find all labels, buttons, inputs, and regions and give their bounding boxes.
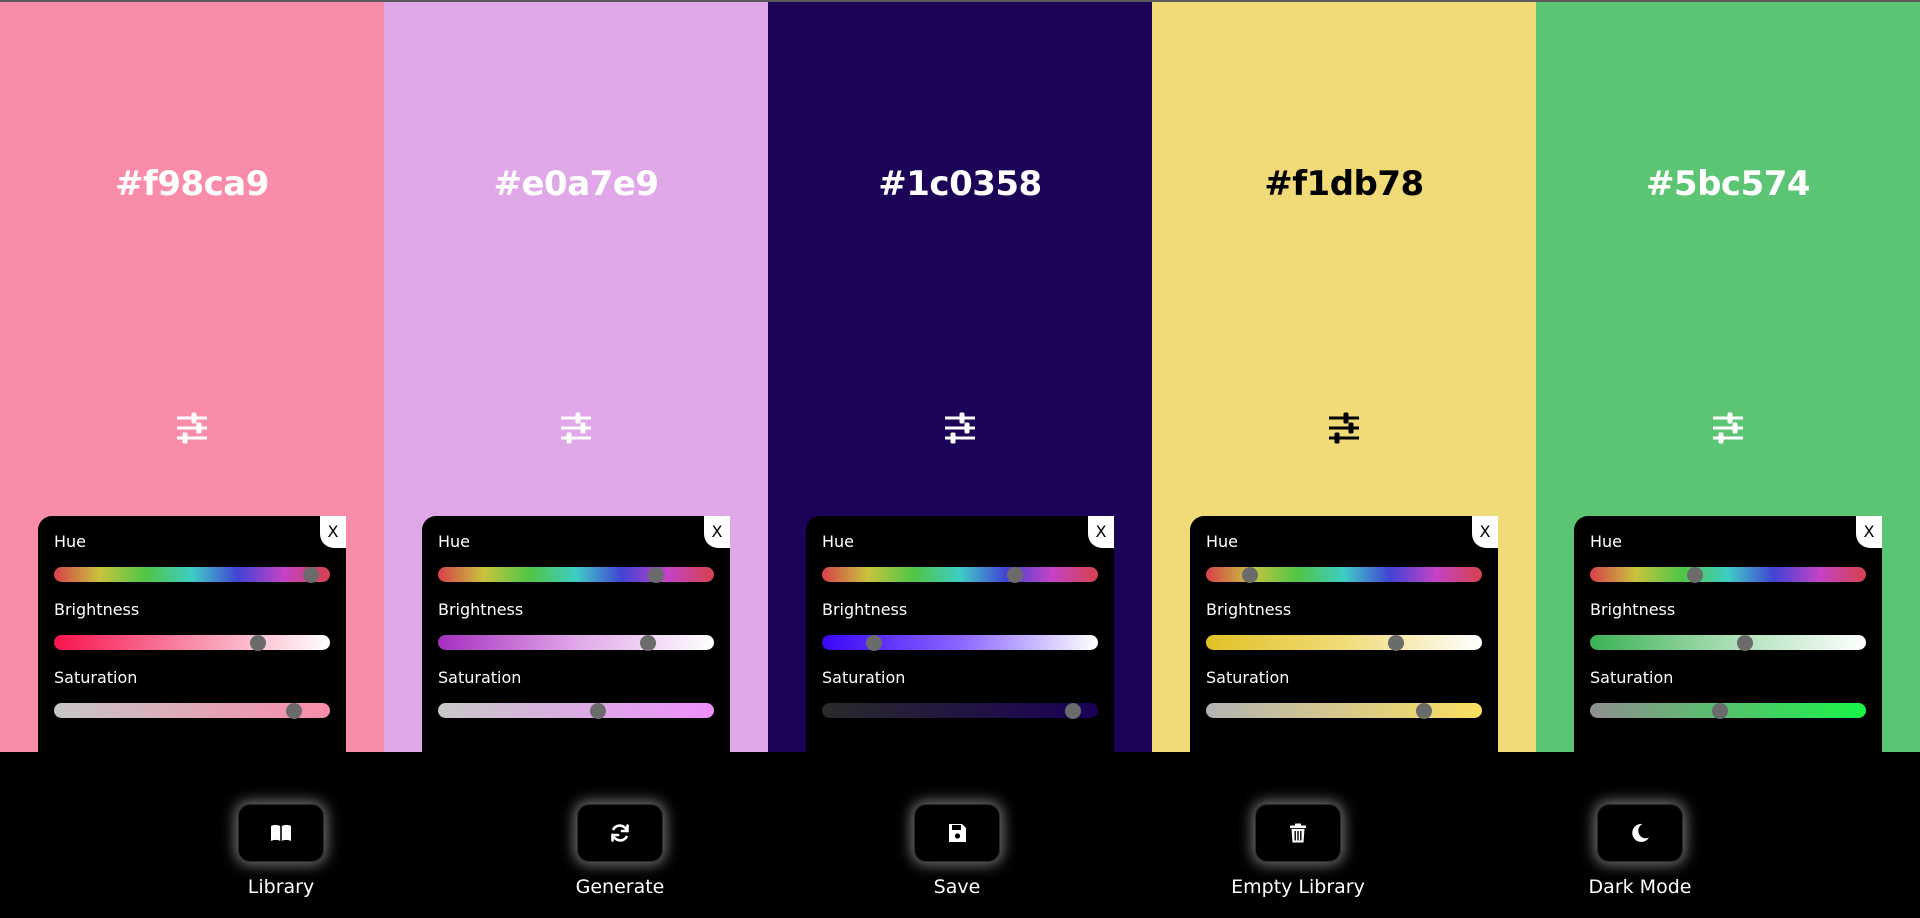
refresh-icon [611,824,629,842]
hex-code[interactable]: #f1db78 [1152,164,1536,204]
saturation-label: Saturation [1590,668,1674,687]
saturation-slider-thumb[interactable] [1416,702,1433,719]
saturation-slider-thumb[interactable] [1065,702,1082,719]
adjust-button[interactable] [556,411,596,445]
hue-label: Hue [1206,532,1239,551]
hue-label: Hue [438,532,471,551]
dark-mode-button[interactable] [1597,804,1683,862]
brightness-label: Brightness [1206,600,1292,619]
brightness-slider[interactable] [54,634,330,651]
adjust-button[interactable] [1708,411,1748,445]
library-label[interactable]: Library [191,876,371,898]
close-panel-button[interactable]: X [320,516,346,548]
brightness-slider[interactable] [822,634,1098,651]
generate-tool: Generate [530,804,710,898]
adjust-button[interactable] [1324,411,1364,445]
saturation-label: Saturation [822,668,906,687]
hue-slider-thumb[interactable] [1007,566,1024,583]
library-button[interactable] [238,804,324,862]
adjust-button[interactable] [172,411,212,445]
empty-library-tool: Empty Library [1208,804,1388,898]
hue-slider[interactable] [1590,566,1866,583]
saturation-slider[interactable] [1206,702,1482,719]
brightness-slider-thumb[interactable] [250,634,267,651]
hue-slider-thumb[interactable] [1242,566,1259,583]
color-column: #f1db78 X Hue Brightness Saturation [1152,0,1536,752]
book-icon [271,824,291,841]
brightness-slider-thumb[interactable] [1736,634,1753,651]
color-column: #f98ca9 X Hue Brightness Saturation [0,0,384,752]
hue-label: Hue [822,532,855,551]
sliders-icon [1713,412,1743,444]
palette: #f98ca9 X Hue Brightness Saturation #e0a… [0,0,1920,752]
library-tool: Library [191,804,371,898]
brightness-label: Brightness [54,600,140,619]
color-column: #1c0358 X Hue Brightness Saturation [768,0,1152,752]
saturation-slider-thumb[interactable] [590,702,607,719]
saturation-slider-thumb[interactable] [286,702,303,719]
hex-code[interactable]: #1c0358 [768,164,1152,204]
sliders-icon [1329,412,1359,444]
saturation-slider-thumb[interactable] [1711,702,1728,719]
saturation-label: Saturation [54,668,138,687]
save-button[interactable] [914,804,1000,862]
brightness-label: Brightness [438,600,524,619]
adjust-panel: X Hue Brightness Saturation [1574,516,1882,752]
hue-slider[interactable] [822,566,1098,583]
empty-library-button[interactable] [1255,804,1341,862]
hue-label: Hue [1590,532,1623,551]
close-panel-button[interactable]: X [1472,516,1498,548]
adjust-panel: X Hue Brightness Saturation [422,516,730,752]
hex-code[interactable]: #e0a7e9 [384,164,768,204]
generate-label[interactable]: Generate [530,876,710,898]
trash-icon [1290,823,1306,843]
saturation-slider[interactable] [822,702,1098,719]
saturation-slider[interactable] [1590,702,1866,719]
brightness-slider[interactable] [1206,634,1482,651]
hue-slider[interactable] [54,566,330,583]
hex-code[interactable]: #5bc574 [1536,164,1920,204]
adjust-button[interactable] [940,411,980,445]
sliders-icon [561,412,591,444]
saturation-label: Saturation [1206,668,1290,687]
moon-icon [1632,823,1649,842]
color-column: #e0a7e9 X Hue Brightness Saturation [384,0,768,752]
hue-label: Hue [54,532,87,551]
hue-slider[interactable] [438,566,714,583]
dark-mode-label[interactable]: Dark Mode [1550,876,1730,898]
brightness-label: Brightness [1590,600,1676,619]
brightness-label: Brightness [822,600,908,619]
adjust-panel: X Hue Brightness Saturation [806,516,1114,752]
dark-mode-tool: Dark Mode [1550,804,1730,898]
hue-slider[interactable] [1206,566,1482,583]
close-panel-button[interactable]: X [1088,516,1114,548]
sliders-icon [177,412,207,444]
top-border [0,0,1920,2]
save-icon [949,824,966,842]
hex-code[interactable]: #f98ca9 [0,164,384,204]
adjust-panel: X Hue Brightness Saturation [1190,516,1498,752]
saturation-slider[interactable] [54,702,330,719]
close-panel-button[interactable]: X [704,516,730,548]
brightness-slider-thumb[interactable] [1388,634,1405,651]
toolbar: Library Generate Save Empty Library Dark… [0,752,1920,918]
close-panel-button[interactable]: X [1856,516,1882,548]
sliders-icon [945,412,975,444]
brightness-slider[interactable] [438,634,714,651]
generate-button[interactable] [577,804,663,862]
saturation-label: Saturation [438,668,522,687]
color-column: #5bc574 X Hue Brightness Saturation [1536,0,1920,752]
adjust-panel: X Hue Brightness Saturation [38,516,346,752]
brightness-slider[interactable] [1590,634,1866,651]
hue-slider-thumb[interactable] [1686,566,1703,583]
save-label[interactable]: Save [867,876,1047,898]
save-tool: Save [867,804,1047,898]
empty-library-label[interactable]: Empty Library [1208,876,1388,898]
hue-slider-thumb[interactable] [302,566,319,583]
saturation-slider[interactable] [438,702,714,719]
hue-slider-thumb[interactable] [648,566,665,583]
brightness-slider-thumb[interactable] [866,634,883,651]
brightness-slider-thumb[interactable] [639,634,656,651]
